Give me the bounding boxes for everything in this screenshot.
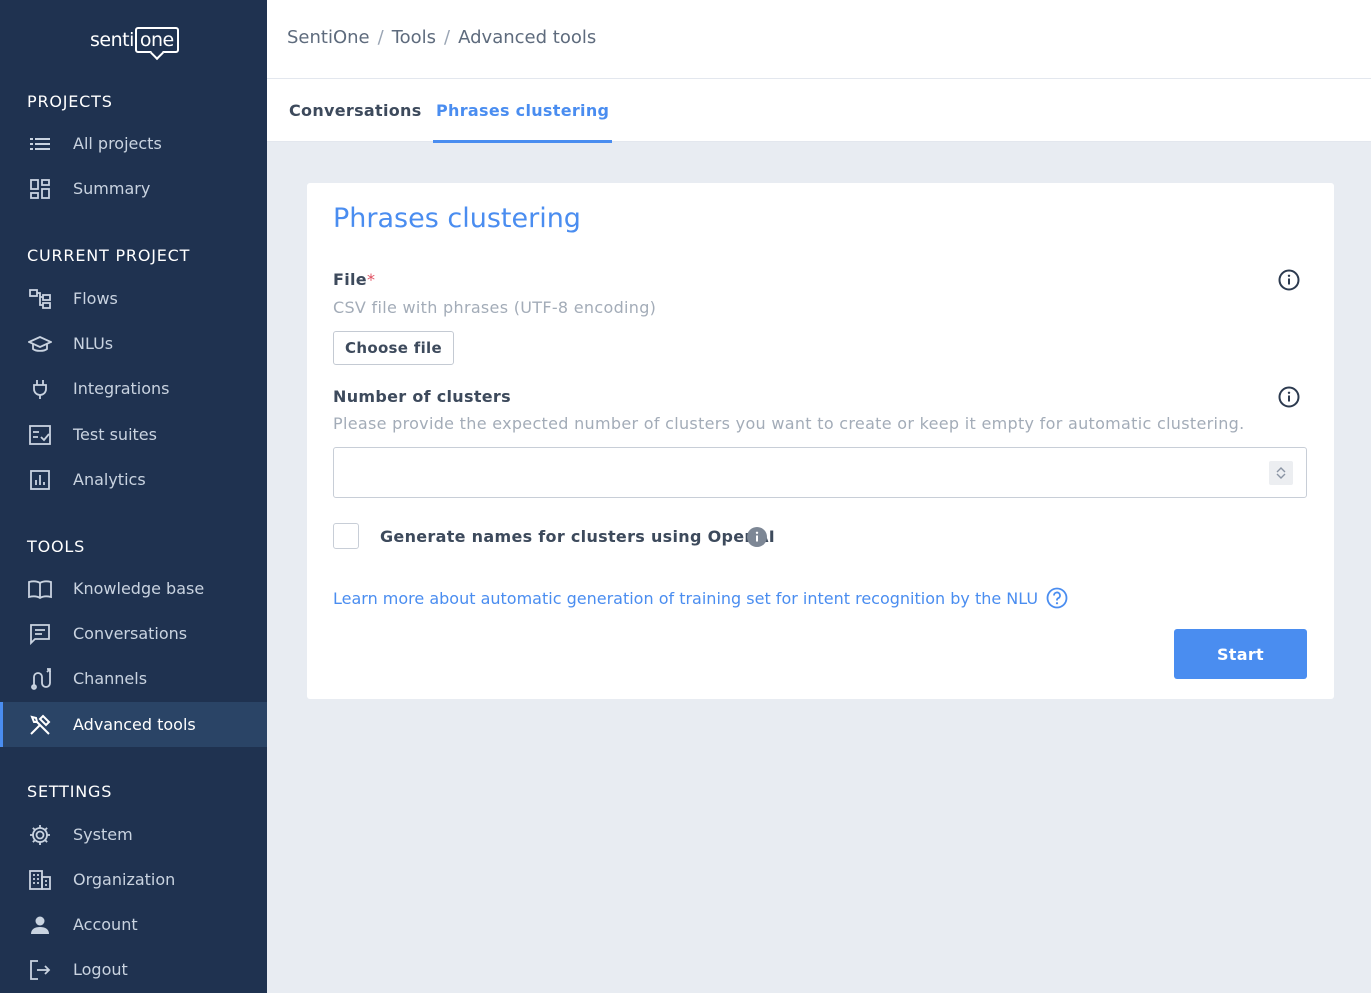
sidebar-item-label: Flows: [73, 289, 118, 308]
tools-icon: [28, 713, 52, 737]
sidebar-item-label: Analytics: [73, 470, 146, 489]
file-help-text: CSV file with phrases (UTF-8 encoding): [333, 298, 657, 317]
sidebar-item-conversations[interactable]: Conversations: [0, 611, 267, 656]
sidebar-item-advanced-tools[interactable]: Advanced tools: [0, 702, 267, 747]
section-title-settings: SETTINGS: [27, 782, 113, 801]
sidebar-item-all-projects[interactable]: All projects: [0, 121, 267, 166]
sidebar-item-organization[interactable]: Organization: [0, 857, 267, 902]
chevron-down-icon[interactable]: [1276, 473, 1286, 480]
number-of-clusters-input[interactable]: [333, 447, 1307, 498]
openai-names-label[interactable]: Generate names for clusters using OpenAI: [380, 527, 775, 546]
building-icon: [28, 868, 52, 892]
card-title: Phrases clustering: [333, 203, 581, 234]
file-info-icon[interactable]: [1278, 269, 1300, 291]
breadcrumb-separator: /: [377, 27, 384, 48]
learn-more-link[interactable]: Learn more about automatic generation of…: [333, 587, 1068, 609]
breadcrumb-separator: /: [444, 27, 451, 48]
sidebar-item-label: Summary: [73, 179, 151, 198]
logo-text-one: one: [134, 27, 179, 53]
section-title-tools: TOOLS: [27, 537, 86, 556]
clusters-help-text: Please provide the expected number of cl…: [333, 414, 1245, 433]
sidebar-item-test-suites[interactable]: Test suites: [0, 412, 267, 457]
chat-icon: [28, 622, 52, 646]
sidebar: senti one PROJECTS All projects Summary C…: [0, 0, 267, 993]
list-icon: [28, 132, 52, 156]
sidebar-item-flows[interactable]: Flows: [0, 276, 267, 321]
number-spinner[interactable]: [1269, 461, 1293, 485]
sidebar-item-label: All projects: [73, 134, 162, 153]
tab-conversations[interactable]: Conversations: [286, 79, 425, 142]
breadcrumb-item-sentione[interactable]: SentiOne: [287, 27, 370, 48]
sidebar-item-system[interactable]: System: [0, 812, 267, 857]
sidebar-item-knowledge-base[interactable]: Knowledge base: [0, 566, 267, 611]
sidebar-item-integrations[interactable]: Integrations: [0, 366, 267, 411]
book-icon: [28, 577, 52, 601]
phrases-clustering-card: Phrases clustering File* CSV file with p…: [307, 183, 1334, 699]
clusters-info-icon[interactable]: [1278, 386, 1300, 408]
sidebar-item-logout[interactable]: Logout: [0, 947, 267, 992]
flow-icon: [28, 287, 52, 311]
section-title-current-project: CURRENT PROJECT: [27, 246, 191, 265]
clusters-field-label: Number of clusters: [333, 387, 511, 406]
tabs-bar: Conversations Phrases clustering: [267, 79, 1371, 143]
dashboard-icon: [28, 177, 52, 201]
sidebar-item-label: Logout: [73, 960, 128, 979]
sentione-logo[interactable]: senti one: [90, 24, 179, 56]
openai-names-checkbox[interactable]: [333, 523, 359, 549]
sidebar-item-label: Integrations: [73, 379, 170, 398]
checklist-icon: [28, 423, 52, 447]
sidebar-item-label: Knowledge base: [73, 579, 205, 598]
section-title-projects: PROJECTS: [27, 92, 113, 111]
tab-phrases-clustering[interactable]: Phrases clustering: [433, 79, 613, 143]
breadcrumb-item-tools[interactable]: Tools: [392, 27, 436, 48]
sidebar-item-label: System: [73, 825, 133, 844]
bar-chart-icon: [28, 468, 52, 492]
openai-info-icon[interactable]: [747, 527, 767, 547]
start-button[interactable]: Start: [1174, 629, 1307, 679]
sidebar-item-label: Conversations: [73, 624, 188, 643]
choose-file-button[interactable]: Choose file: [333, 331, 454, 365]
help-question-icon[interactable]: [1046, 587, 1068, 609]
logo-text-senti: senti: [90, 29, 134, 51]
person-icon: [28, 913, 52, 937]
sidebar-item-nlus[interactable]: NLUs: [0, 321, 267, 366]
file-field-label: File*: [333, 270, 375, 289]
gear-icon: [28, 823, 52, 847]
sidebar-item-label: Advanced tools: [73, 715, 196, 734]
breadcrumb: SentiOne / Tools / Advanced tools: [287, 27, 596, 48]
sidebar-item-analytics[interactable]: Analytics: [0, 457, 267, 502]
chevron-up-icon[interactable]: [1276, 466, 1286, 473]
sidebar-item-summary[interactable]: Summary: [0, 166, 267, 211]
topbar: SentiOne / Tools / Advanced tools: [267, 0, 1371, 79]
plug-icon: [28, 377, 52, 401]
channels-icon: [28, 667, 52, 691]
file-label-text: File: [333, 270, 367, 289]
sidebar-item-label: Channels: [73, 669, 148, 688]
sidebar-item-label: Account: [73, 915, 138, 934]
logout-icon: [28, 958, 52, 982]
graduation-cap-icon: [28, 332, 52, 356]
sidebar-item-channels[interactable]: Channels: [0, 656, 267, 701]
learn-more-text[interactable]: Learn more about automatic generation of…: [333, 589, 1038, 608]
sidebar-item-account[interactable]: Account: [0, 902, 267, 947]
required-mark: *: [366, 270, 376, 289]
breadcrumb-item-advanced-tools: Advanced tools: [458, 27, 597, 48]
sidebar-item-label: Test suites: [73, 425, 157, 444]
sidebar-item-label: Organization: [73, 870, 176, 889]
sidebar-item-label: NLUs: [73, 334, 114, 353]
